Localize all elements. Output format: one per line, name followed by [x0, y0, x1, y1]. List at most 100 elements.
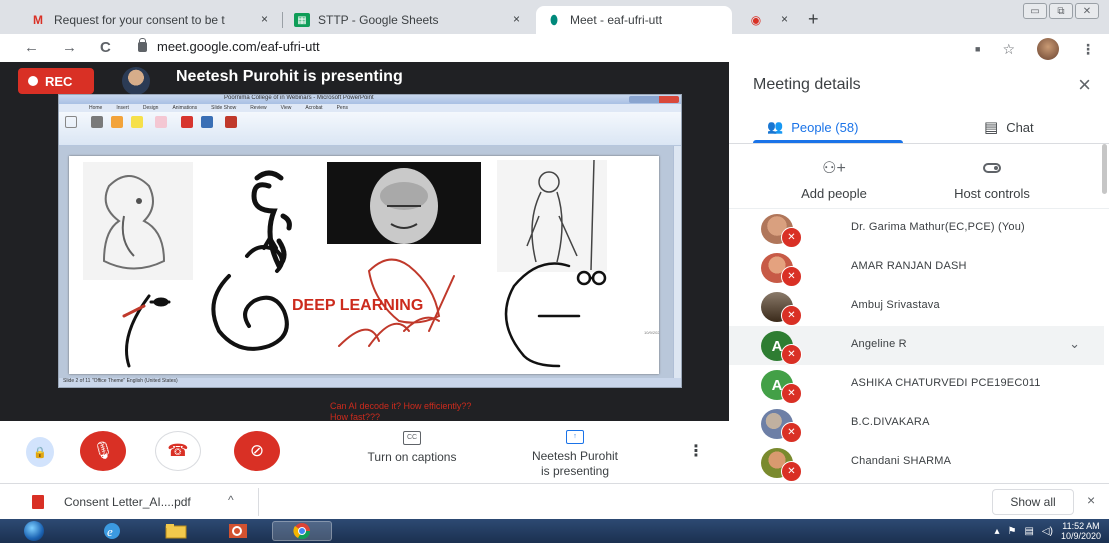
presenting-status-button[interactable]: ↑ Neetesh Purohit is presenting [520, 430, 630, 479]
camera-icon[interactable]: ■ [975, 44, 980, 54]
people-icon: 👥 [767, 119, 784, 134]
taskbar-app[interactable] [272, 521, 332, 541]
flag-icon[interactable]: ⚑ [1008, 526, 1017, 537]
back-button[interactable]: ← [24, 39, 39, 56]
tab-meet[interactable]: ⬮ Meet - eaf-ufri-utt [536, 6, 732, 34]
show-all-button[interactable]: Show all [992, 489, 1074, 515]
add-people-button[interactable]: ⚇+ Add people [774, 158, 894, 201]
browser-tabstrip: M Request for your consent to be t × ▦ S… [0, 0, 1109, 34]
volume-icon[interactable]: ◁) [1042, 526, 1053, 537]
ganesha-sketch [83, 162, 193, 280]
rec-label: REC [45, 73, 73, 89]
more-options-icon[interactable]: ⋮ [688, 441, 704, 461]
clock[interactable]: 11:52 AM 10/9/2020 [1061, 521, 1101, 541]
participant-row[interactable]: A ✕ Angeline R ⌄ [729, 326, 1104, 365]
explorer-icon [165, 524, 187, 539]
tab-sheets[interactable]: ▦ STTP - Google Sheets × [284, 6, 530, 34]
profile-avatar[interactable] [1037, 38, 1059, 60]
tab-recording[interactable]: ◉ × [738, 6, 798, 34]
svg-text:10/9/2020: 10/9/2020 [644, 330, 659, 335]
muted-mic-icon: ✕ [781, 461, 802, 482]
chevron-down-icon[interactable]: ⌄ [1069, 336, 1080, 352]
tray-expand-icon[interactable]: ▴ [994, 526, 999, 537]
shield-glyph: 🔒 [33, 446, 47, 459]
url-field[interactable]: meet.google.com/eaf-ufri-utt [138, 37, 320, 54]
slide-caption-line: Can AI decode it? How efficiently?? [330, 401, 472, 411]
add-people-label: Add people [801, 186, 867, 201]
ppt-menu: Home Insert Design Animations Slide Show… [59, 104, 681, 112]
pdf-file-icon [32, 495, 44, 509]
sheets-icon: ▦ [294, 13, 310, 27]
maximize-button[interactable]: ⧉ [1049, 3, 1073, 19]
participant-row[interactable]: ✕ Dr. Garima Mathur(EC,PCE) (You) [729, 209, 1104, 248]
new-tab-button[interactable]: + [808, 9, 819, 30]
chat-icon: ▤ [984, 119, 999, 136]
panel-scrollbar[interactable] [1102, 144, 1107, 194]
ppt-menu-item: Design [142, 105, 159, 111]
taskbar-app[interactable] [208, 521, 268, 541]
tab-chat[interactable]: ▤ Chat [984, 110, 1034, 144]
meeting-details-panel: Meeting details × 👥 People (58) ▤ Chat ⚇… [729, 62, 1109, 483]
close-downloads-icon[interactable]: × [1087, 492, 1095, 508]
star-icon[interactable]: ☆ [1002, 41, 1015, 58]
tab-close-icon[interactable]: × [781, 12, 788, 26]
captions-button[interactable]: CC Turn on captions [352, 431, 472, 465]
meet-icon: ⬮ [550, 12, 558, 27]
reload-button[interactable]: C [100, 39, 111, 56]
slide: 10/9/2020 [69, 156, 659, 374]
chevron-up-icon[interactable]: ^ [228, 493, 234, 507]
taskbar-app[interactable]: e [82, 521, 142, 541]
select-tool-icon [65, 116, 77, 128]
participant-row[interactable]: ✕ B.C.DIVAKARA [729, 404, 1104, 443]
gmail-icon: M [33, 13, 43, 27]
tab-chat-label: Chat [1006, 119, 1034, 135]
address-bar-actions: ■ ☆ ⋮ [975, 38, 1095, 60]
host-controls-label: Host controls [954, 186, 1030, 201]
record-dot-icon [28, 76, 38, 86]
host-controls-button[interactable]: Host controls [932, 158, 1052, 201]
chrome-menu-icon[interactable]: ⋮ [1081, 41, 1095, 58]
close-window-button[interactable]: ✕ [1075, 3, 1099, 19]
muted-mic-icon: ✕ [781, 344, 802, 365]
windows-orb-icon [24, 521, 44, 541]
recording-badge: REC [18, 68, 94, 94]
participant-row[interactable]: ✕ Ambuj Srivastava [729, 287, 1104, 326]
participant-name: AMAR RANJAN DASH [851, 260, 967, 272]
ganesha-symbol [251, 170, 292, 271]
start-button[interactable] [4, 521, 64, 541]
mic-toggle-button[interactable]: 🎙 [80, 431, 126, 471]
slide-caption: Can AI decode it? How efficiently?? How … [330, 401, 471, 423]
slide-artwork: 10/9/2020 [83, 159, 659, 368]
participant-row[interactable]: A ✕ ASHIKA CHATURVEDI PCE19EC011 [729, 365, 1104, 404]
muted-mic-icon: ✕ [781, 305, 802, 326]
participant-row[interactable]: ✕ Chandani SHARMA [729, 443, 1104, 482]
tab-separator [282, 12, 283, 28]
downloads-bar: Consent Letter_AI....pdf ^ Show all × [0, 483, 1109, 519]
camera-toggle-button[interactable]: ⊘ [234, 431, 280, 471]
eraser-icon [155, 116, 167, 128]
tab-people[interactable]: 👥 People (58) [767, 110, 858, 144]
ppt-canvas: 10/9/2020 [59, 146, 681, 380]
system-tray: ▴ ⚑ ▤ ◁) 11:52 AM 10/9/2020 [994, 521, 1101, 541]
participant-row[interactable]: ✕ AMAR RANJAN DASH [729, 248, 1104, 287]
tab-gmail[interactable]: M Request for your consent to be t × [20, 6, 278, 34]
tab-close-icon[interactable]: × [513, 12, 520, 26]
ppt-window-title: Poornima College of in Webinars - Micros… [224, 95, 374, 101]
download-item[interactable]: Consent Letter_AI....pdf [64, 495, 191, 509]
leave-call-button[interactable]: ☎ [155, 431, 201, 471]
tab-close-icon[interactable]: × [261, 12, 268, 26]
close-ink-icon [225, 116, 237, 128]
window-controls: ▭ ⧉ ✕ [1023, 3, 1099, 19]
color-icon [181, 116, 193, 128]
taskbar-app[interactable] [146, 521, 206, 541]
lock-icon [138, 37, 147, 52]
forward-button[interactable]: → [62, 39, 77, 56]
close-icon[interactable]: × [1078, 72, 1091, 98]
participant-list: ✕ Dr. Garima Mathur(EC,PCE) (You) ✕ AMAR… [729, 209, 1104, 482]
meeting-controls: 🔒 🎙 ☎ ⊘ CC Turn on captions ↑ Neetesh Pu… [0, 421, 729, 483]
network-icon[interactable]: ▤ [1024, 526, 1033, 537]
security-shield-icon[interactable]: 🔒 [26, 437, 54, 467]
minimize-button[interactable]: ▭ [1023, 3, 1047, 19]
highlighter-icon [131, 116, 143, 128]
captions-icon: CC [403, 431, 421, 445]
